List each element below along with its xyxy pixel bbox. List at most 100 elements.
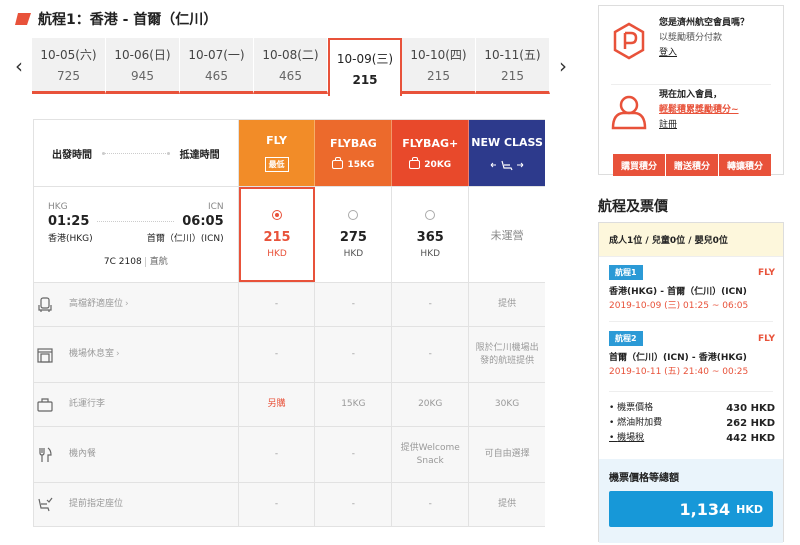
login-link[interactable]: 登入 [659, 46, 783, 61]
segment-tag: 航程1 [609, 265, 643, 280]
price-option-fly[interactable]: 215 HKD [238, 187, 316, 282]
price-amount: 365 [416, 230, 444, 245]
date-tab[interactable]: 10-08(二) 465 [254, 38, 328, 94]
airport-tax-link[interactable]: 機場稅 [609, 431, 644, 446]
flight-info: HKG ICN 01:25 06:05 香港(HKG) 首爾（仁川）(ICN) … [34, 187, 239, 282]
feature-value: 提供 [498, 499, 517, 509]
date-tab[interactable]: 10-10(四) 215 [402, 38, 476, 94]
date-strip: ‹ 10-05(六) 725 10-06(日) 945 10-07(一) 465 10-08… [6, 38, 572, 96]
feature-value: - [315, 427, 393, 482]
date-tab-date: 10-05(六) [40, 48, 97, 62]
feature-value: 提供Welcome Snack [392, 427, 470, 482]
date-tab-date: 10-06(日) [114, 48, 171, 62]
date-tab[interactable]: 10-11(五) 215 [476, 38, 550, 94]
to-code: ICN [207, 202, 224, 212]
fare-header-fly: FLY 最低 [238, 120, 316, 186]
feature-label: 高檔舒適座位 [69, 299, 124, 309]
luggage-icon [37, 397, 53, 413]
member-box: 您是濟州航空會員嗎？ 以獎勵積分付款 登入 現在加入會員， 輕鬆積累獎勵積分~ … [598, 5, 784, 176]
date-tab-price: 465 [205, 69, 228, 83]
fare-name: FLYBAG [330, 136, 377, 150]
fare-header-flybag-plus: FLYBAG+ 20KG [392, 120, 470, 186]
date-tab[interactable]: 10-05(六) 725 [32, 38, 106, 94]
from-city: 香港(HKG) [48, 234, 93, 244]
feature-value: 另購 [239, 383, 316, 426]
fare-sub: 15KG [347, 159, 375, 170]
radio-unselected[interactable] [425, 210, 436, 220]
date-tab-price: 215 [501, 69, 524, 83]
flight-title: 航程1：香港 - 首爾（仁川） [14, 8, 217, 30]
date-tab-date: 10-11(五) [484, 48, 541, 62]
cost-breakdown: 機票價格 430 HKD 燃油附加費 262 HKD 機場稅 442 HKD [609, 401, 775, 446]
bag-icon [409, 157, 421, 169]
chevron-left-icon[interactable]: ‹ [10, 54, 28, 78]
cost-value: 430 HKD [726, 403, 775, 414]
feature-row: 機場休息室 › - - - 限於仁川機場出發的航班提供 [33, 327, 545, 383]
passenger-count: 成人1位 / 兒童0位 / 嬰兒0位 [599, 223, 783, 257]
feature-value: - [239, 327, 316, 382]
cost-value: 262 HKD [726, 418, 775, 429]
feature-value: - [239, 283, 316, 326]
join-sub-link[interactable]: 輕鬆積累獎勵積分~ [659, 103, 783, 118]
bag-icon [332, 157, 344, 169]
buy-points-button[interactable]: 購買積分 [613, 154, 666, 176]
radio-selected[interactable] [272, 210, 283, 220]
feature-value: - [239, 427, 316, 482]
register-link[interactable]: 註冊 [659, 118, 783, 133]
radio-unselected[interactable] [348, 210, 359, 220]
date-tab[interactable]: 10-09(三) 215 [328, 38, 402, 96]
date-tab-price: 725 [57, 69, 80, 83]
feature-value: 提供 [498, 299, 517, 309]
feature-value: 30KG [494, 399, 520, 409]
fare-sub: 20KG [424, 159, 452, 170]
segment-fare: FLY [758, 267, 775, 278]
feature-label-cell: 提前指定座位 [34, 483, 239, 526]
feature-label-cell[interactable]: 高檔舒適座位 › [34, 283, 239, 326]
segment-route: 香港(HKG) - 首爾（仁川）(ICN) [609, 287, 747, 297]
flag-icon [14, 12, 32, 26]
route-dots [102, 151, 170, 155]
feature-label: 機內餐 [69, 449, 97, 459]
feature-label-cell[interactable]: 機場休息室 › [34, 327, 239, 382]
date-tab-price: 215 [352, 72, 378, 87]
seat-icon [37, 296, 53, 313]
price-option-flybag[interactable]: 275 HKD [315, 187, 393, 282]
date-tab[interactable]: 10-07(一) 465 [180, 38, 254, 94]
feature-value: - [392, 283, 470, 326]
segment-time: 2019-10-11 (五) 21:40 ~ 00:25 [609, 367, 749, 377]
segment-time: 2019-10-09 (三) 01:25 ~ 06:05 [609, 301, 749, 311]
summary-title: 航程及票價 [598, 199, 668, 215]
flight-title-text: 航程1：香港 - 首爾（仁川） [38, 12, 218, 28]
summary-box: 成人1位 / 兒童0位 / 嬰兒0位 航程1 FLY 香港(HKG) - 首爾（… [598, 222, 784, 543]
lounge-icon [37, 347, 53, 363]
price-option-flybag-plus[interactable]: 365 HKD [392, 187, 470, 282]
departure-time: 01:25 [48, 214, 90, 229]
fare-table: 出發時間 抵達時間 FLY 最低 FLYBAG 15KG FLYBAG+ 20K… [33, 119, 546, 527]
feature-row: 託運行李 另購 15KG 20KG 30KG [33, 383, 545, 427]
transfer-points-button[interactable]: 轉讓積分 [719, 154, 771, 176]
join-text: 現在加入會員， [659, 90, 723, 100]
arrival-time: 06:05 [182, 214, 224, 229]
date-tab-date: 10-08(二) [262, 48, 319, 62]
route-dots [97, 221, 175, 222]
chevron-right-icon: › [116, 349, 120, 359]
feature-value: - [315, 283, 393, 326]
arrive-label: 抵達時間 [179, 149, 220, 161]
member-question: 您是濟州航空會員嗎？ [659, 18, 750, 28]
total-currency: HKD [736, 502, 763, 516]
time-header: 出發時間 抵達時間 [34, 120, 239, 186]
feature-row: 機內餐 - - 提供Welcome Snack 可自由選擇 [33, 427, 545, 483]
segment-1: 航程1 FLY 香港(HKG) - 首爾（仁川）(ICN) 2019-10-09… [609, 265, 775, 313]
segment-tag: 航程2 [609, 331, 643, 346]
date-tab-date: 10-10(四) [410, 48, 467, 62]
chevron-right-icon[interactable]: › [554, 54, 572, 78]
gift-points-button[interactable]: 贈送積分 [666, 154, 719, 176]
segment-fare: FLY [758, 333, 775, 344]
feature-label: 機場休息室 [69, 349, 115, 359]
date-tab[interactable]: 10-06(日) 945 [106, 38, 180, 94]
date-tab-price: 465 [279, 69, 302, 83]
total-amount: 1,134 [679, 499, 731, 519]
feature-value: - [392, 327, 470, 382]
feature-label: 託運行李 [69, 399, 106, 409]
feature-label-cell: 託運行李 [34, 383, 239, 426]
